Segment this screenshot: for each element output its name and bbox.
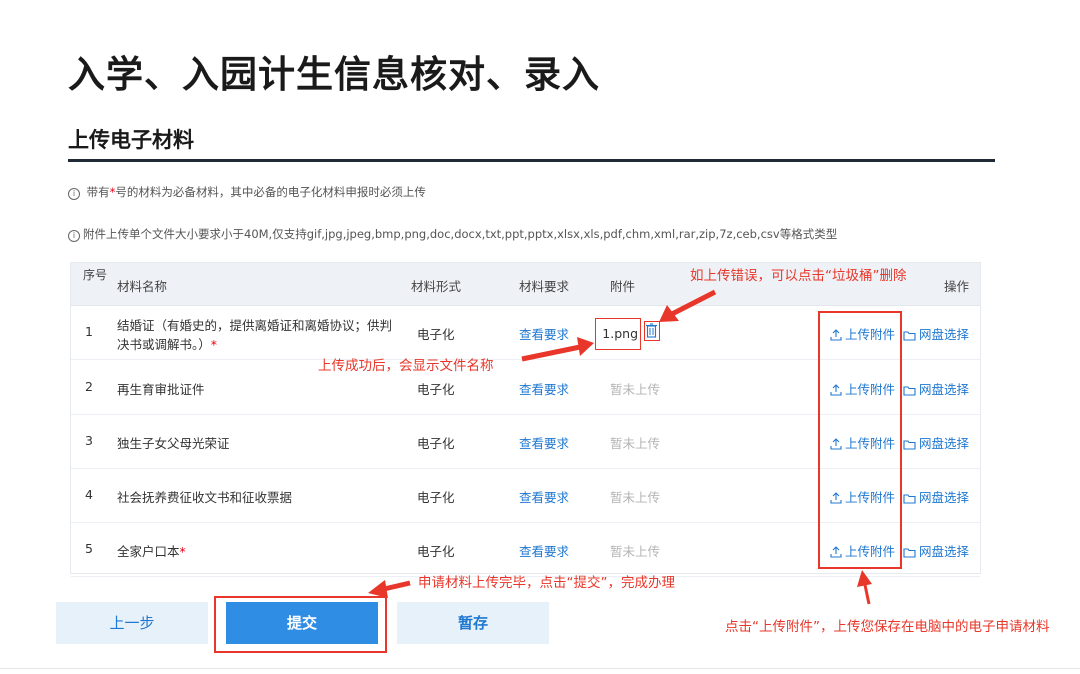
view-requirement-link[interactable]: 查看要求 [519, 541, 569, 560]
row-index: 3 [85, 433, 93, 448]
material-name: 独生子女父母光荣证 [117, 436, 230, 451]
row-index: 1 [85, 324, 93, 339]
uploaded-file-name: 1.png [595, 318, 641, 350]
disk-select-button[interactable]: 网盘选择 [903, 433, 969, 452]
section-title: 上传电子材料 [68, 128, 194, 152]
upload-success-annotation: 上传成功后，会显示文件名称 [318, 358, 494, 374]
material-name: 社会抚养费征收文书和征收票据 [117, 490, 293, 505]
material-name-text: 全家户口本 [117, 544, 180, 559]
required-star: * [210, 337, 218, 352]
attachment-status: 暂未上传 [610, 436, 661, 451]
material-form: 电子化 [417, 327, 455, 342]
required-notice: i 带有*号的材料为必备材料，其中必备的电子化材料申报时必须上传 [68, 184, 426, 200]
save-draft-button[interactable]: 暂存 [397, 602, 549, 644]
material-name-text: 结婚证（有婚史的，提供离婚证和离婚协议；供判决书或调解书。） [117, 318, 393, 352]
bottom-divider [0, 668, 1080, 669]
header-form: 材料形式 [411, 279, 462, 294]
header-attachment: 附件 [610, 279, 636, 294]
disk-select-label: 网盘选择 [919, 544, 970, 559]
disk-select-label: 网盘选择 [919, 436, 970, 451]
material-form: 电子化 [417, 544, 455, 559]
disk-select-label: 网盘选择 [919, 382, 970, 397]
attachment-notice: i 附件上传单个文件大小要求小于40M,仅支持gif,jpg,jpeg,bmp,p… [68, 226, 837, 242]
page-title: 入学、入园计生信息核对、录入 [68, 53, 600, 96]
header-operation: 操作 [944, 279, 970, 294]
submit-annotation: 申请材料上传完毕，点击“提交”，完成办理 [418, 575, 675, 591]
upload-column-highlight [818, 311, 902, 569]
disk-select-label: 网盘选择 [919, 327, 970, 342]
section-divider [68, 159, 995, 162]
material-form: 电子化 [417, 382, 455, 397]
folder-icon [903, 494, 916, 504]
row-index: 4 [85, 487, 93, 502]
material-name: 再生育审批证件 [117, 382, 205, 397]
disk-select-button[interactable]: 网盘选择 [903, 379, 969, 398]
attachment-status: 暂未上传 [610, 544, 661, 559]
material-name: 结婚证（有婚史的，提供离婚证和离婚协议；供判决书或调解书。）* [117, 316, 397, 354]
upload-attachment-annotation: 点击“上传附件”，上传您保存在电脑中的电子申请材料 [725, 619, 1050, 635]
header-index: 序号 [83, 268, 108, 282]
material-form: 电子化 [417, 436, 455, 451]
info-icon: i [68, 188, 80, 200]
folder-icon [903, 331, 916, 341]
attachment-status: 暂未上传 [610, 490, 661, 505]
attachment-status: 暂未上传 [610, 382, 661, 397]
header-name: 材料名称 [117, 279, 168, 294]
disk-select-button[interactable]: 网盘选择 [903, 324, 969, 343]
view-requirement-link[interactable]: 查看要求 [519, 487, 569, 506]
required-notice-prefix: 带有 [86, 185, 110, 199]
material-name: 全家户口本* [117, 541, 186, 560]
disk-select-button[interactable]: 网盘选择 [903, 541, 969, 560]
trash-icon [646, 323, 657, 338]
attachment-notice-text: 附件上传单个文件大小要求小于40M,仅支持gif,jpg,jpeg,bmp,pn… [83, 227, 838, 241]
info-icon: i [68, 230, 80, 242]
submit-button-highlight [214, 596, 387, 653]
folder-icon [903, 548, 916, 558]
material-form: 电子化 [417, 490, 455, 505]
disk-select-button[interactable]: 网盘选择 [903, 487, 969, 506]
view-requirement-link[interactable]: 查看要求 [519, 324, 569, 343]
disk-select-label: 网盘选择 [919, 490, 970, 505]
folder-icon [903, 386, 916, 396]
view-requirement-link[interactable]: 查看要求 [519, 379, 569, 398]
delete-file-button[interactable] [644, 321, 660, 341]
view-requirement-link[interactable]: 查看要求 [519, 433, 569, 452]
row-index: 2 [85, 379, 93, 394]
trash-annotation: 如上传错误，可以点击“垃圾桶”删除 [690, 268, 907, 284]
folder-icon [903, 440, 916, 450]
required-star: * [179, 544, 186, 559]
row-index: 5 [85, 541, 93, 556]
header-requirement: 材料要求 [519, 279, 570, 294]
required-notice-suffix: 号的材料为必备材料，其中必备的电子化材料申报时必须上传 [115, 185, 426, 199]
previous-step-button[interactable]: 上一步 [56, 602, 208, 644]
